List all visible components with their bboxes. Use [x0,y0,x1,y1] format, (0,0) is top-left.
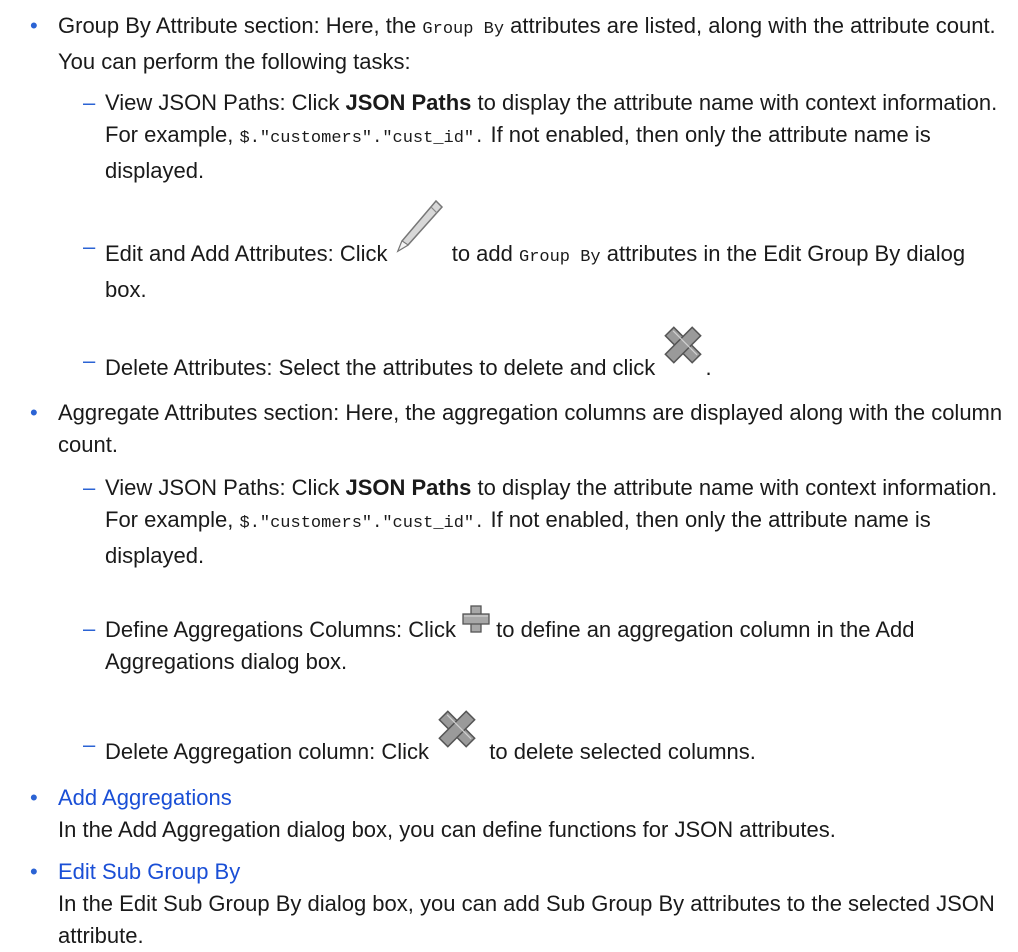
bullet-marker: • [30,400,38,425]
agg-define-columns-text: Define Aggregations Columns: Click to de… [105,605,1010,678]
add-aggregations-item: Add Aggregations In the Add Aggregation … [58,782,1010,846]
pencil-icon[interactable] [394,199,446,261]
code-group-by: Group By [519,248,601,267]
dash-marker: – [83,348,96,373]
dash-marker: – [83,234,96,259]
code-group-by: Group By [422,20,505,39]
dash-marker: – [83,616,96,641]
edit-sub-group-by-item: Edit Sub Group By In the Edit Sub Group … [58,856,1010,952]
add-aggregations-link[interactable]: Add Aggregations [58,785,232,810]
x-delete-icon[interactable] [661,326,705,375]
dash-marker: – [83,732,96,757]
edit-sub-group-by-description: In the Edit Sub Group By dialog box, you… [58,891,995,948]
json-paths-label: JSON Paths [345,475,472,500]
plus-add-icon[interactable] [462,605,490,637]
edit-sub-group-by-link[interactable]: Edit Sub Group By [58,859,240,884]
code-json-path-example: $."customers"."cust_id". [239,514,485,533]
aggregate-section-text: Aggregate Attributes section: Here, the … [58,400,1003,457]
gb-view-json-paths-text: View JSON Paths: Click JSON Paths to dis… [105,90,998,183]
x-delete-icon[interactable] [435,710,483,759]
bullet-marker: • [30,785,38,810]
json-paths-label: JSON Paths [345,90,472,115]
agg-view-json-paths-text: View JSON Paths: Click JSON Paths to dis… [105,475,998,568]
dash-marker: – [83,475,96,500]
code-json-path-example: $."customers"."cust_id". [239,129,485,148]
groupby-section-text: Group By Attribute section: Here, the Gr… [58,13,996,74]
bullet-marker: • [30,859,38,884]
add-aggregations-description: In the Add Aggregation dialog box, you c… [58,817,836,842]
gb-delete-attributes-text: Delete Attributes: Select the attributes… [105,326,1010,384]
bullet-marker: • [30,13,38,38]
dash-marker: – [83,90,96,115]
agg-delete-column-text: Delete Aggregation column: Click to dele… [105,710,1010,768]
document-page: • Group By Attribute section: Here, the … [0,0,1018,948]
gb-edit-attributes-text: Edit and Add Attributes: Click to add Gr… [105,199,1010,306]
